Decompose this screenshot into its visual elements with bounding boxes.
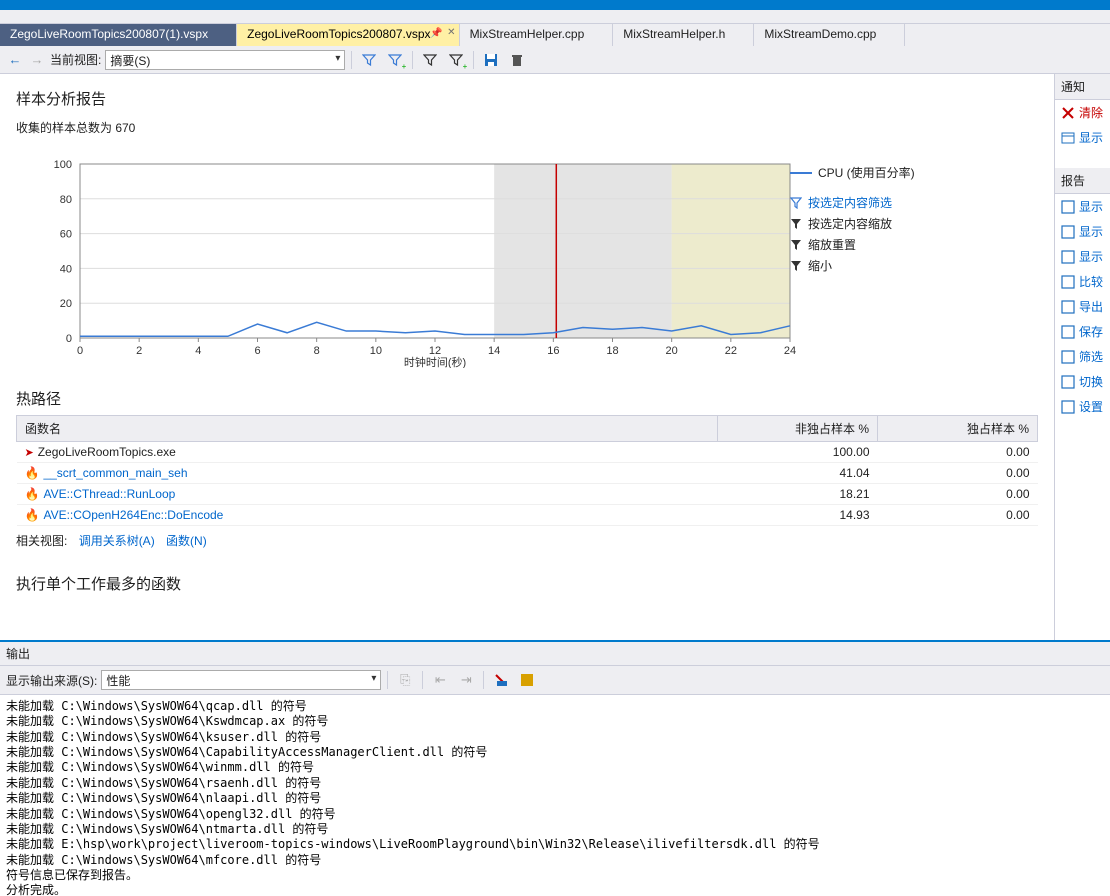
notify-show[interactable]: 显示 xyxy=(1055,125,1110,150)
top-functions-title: 执行单个工作最多的函数 xyxy=(0,555,1054,600)
output-text[interactable]: 未能加载 C:\Windows\SysWOW64\qcap.dll 的符号 未能… xyxy=(0,695,1110,896)
col-fn[interactable]: 函数名 xyxy=(17,416,718,442)
function-link[interactable]: AVE::CThread::RunLoop xyxy=(43,487,175,501)
link-call-tree[interactable]: 调用关系树(A) xyxy=(79,534,155,548)
output-src-label: 显示输出来源(S): xyxy=(6,672,97,689)
output-clear-icon[interactable] xyxy=(490,669,512,691)
doc-tab[interactable]: MixStreamDemo.cpp xyxy=(754,24,905,46)
document-tabs: ZegoLiveRoomTopics200807(1).vspxZegoLive… xyxy=(0,24,1110,46)
svg-text:18: 18 xyxy=(606,345,618,357)
close-icon[interactable]: ✕ xyxy=(447,27,455,38)
hotpath-title: 热路径 xyxy=(0,370,1054,415)
nav-back-icon[interactable]: ← xyxy=(6,51,24,69)
report-area: 样本分析报告 收集的样本总数为 670 02040608010002468101… xyxy=(0,74,1054,640)
cpu-chart[interactable]: 020406080100024681012141618202224时钟时间(秒) xyxy=(36,158,796,368)
doc-tab[interactable]: MixStreamHelper.h xyxy=(613,24,754,46)
svg-text:20: 20 xyxy=(60,298,72,310)
svg-text:24: 24 xyxy=(784,345,796,357)
svg-text:2: 2 xyxy=(136,345,142,357)
output-toolbar: 显示输出来源(S): 性能 ⎘ ⇤ ⇥ xyxy=(0,666,1110,695)
svg-text:100: 100 xyxy=(54,159,72,171)
svg-text:20: 20 xyxy=(666,345,678,357)
svg-text:16: 16 xyxy=(547,345,559,357)
side-switch[interactable]: 切换 xyxy=(1055,369,1110,394)
filter2-add-icon[interactable]: + xyxy=(445,49,467,71)
svg-text:4: 4 xyxy=(195,345,201,357)
function-link[interactable]: __scrt_common_main_seh xyxy=(43,466,187,480)
flame-icon: 🔥 xyxy=(25,487,40,501)
svg-text:40: 40 xyxy=(60,263,72,275)
menu-strip xyxy=(0,10,1110,24)
pin-icon[interactable]: 📌 xyxy=(430,28,442,39)
chart-zoom-out[interactable]: 缩小 xyxy=(790,255,892,276)
svg-text:10: 10 xyxy=(370,345,382,357)
view-label: 当前视图: xyxy=(50,51,101,68)
side-panel: 通知 清除 显示 报告 显示显示显示比较导出保存筛选切换设置 xyxy=(1054,74,1110,640)
col-incl[interactable]: 非独占样本 % xyxy=(718,416,878,442)
output-wrap-icon[interactable] xyxy=(516,669,538,691)
exe-icon: ➤ xyxy=(25,447,34,459)
chart-filter-selection[interactable]: 按选定内容筛选 xyxy=(790,192,892,213)
output-find-icon[interactable]: ⎘ xyxy=(394,669,416,691)
side-grid[interactable]: 显示 xyxy=(1055,194,1110,219)
table-row[interactable]: ➤ZegoLiveRoomTopics.exe100.000.00 xyxy=(17,442,1038,463)
delete-icon[interactable] xyxy=(506,49,528,71)
notify-header: 通知 xyxy=(1055,74,1110,100)
col-excl[interactable]: 独占样本 % xyxy=(878,416,1038,442)
report-title: 样本分析报告 xyxy=(0,88,1054,119)
save-icon[interactable] xyxy=(480,49,502,71)
side-list[interactable]: 显示 xyxy=(1055,219,1110,244)
side-gear[interactable]: 设置 xyxy=(1055,394,1110,419)
output-src-combo[interactable]: 性能 xyxy=(101,670,381,690)
table-row[interactable]: 🔥AVE::CThread::RunLoop18.210.00 xyxy=(17,484,1038,505)
side-filter[interactable]: 筛选 xyxy=(1055,344,1110,369)
svg-text:0: 0 xyxy=(66,333,72,345)
report-subtitle: 收集的样本总数为 670 xyxy=(0,119,1054,152)
svg-text:0: 0 xyxy=(77,345,83,357)
table-row[interactable]: 🔥AVE::COpenH264Enc::DoEncode14.930.00 xyxy=(17,505,1038,526)
svg-text:80: 80 xyxy=(60,194,72,206)
side-compare[interactable]: 比较 xyxy=(1055,269,1110,294)
nav-fwd-icon[interactable]: → xyxy=(28,51,46,69)
side-save[interactable]: 保存 xyxy=(1055,319,1110,344)
chart-legend: CPU (使用百分率) xyxy=(790,164,915,185)
report-toolbar: ← → 当前视图: 摘要(S) + + xyxy=(0,46,1110,74)
output-title: 输出 xyxy=(0,642,1110,666)
notify-clear[interactable]: 清除 xyxy=(1055,100,1110,125)
doc-tab[interactable]: MixStreamHelper.cpp xyxy=(460,24,614,46)
svg-text:22: 22 xyxy=(725,345,737,357)
flame-icon: 🔥 xyxy=(25,466,40,480)
chart-zoom-reset[interactable]: 缩放重置 xyxy=(790,234,892,255)
chart-zoom-selection[interactable]: 按选定内容缩放 xyxy=(790,213,892,234)
output-panel: 输出 显示输出来源(S): 性能 ⎘ ⇤ ⇥ 未能加载 C:\Windows\S… xyxy=(0,640,1110,896)
filter-add-icon[interactable]: + xyxy=(384,49,406,71)
legend-line-icon xyxy=(790,172,812,174)
hotpath-table: 函数名 非独占样本 % 独占样本 % ➤ZegoLiveRoomTopics.e… xyxy=(16,415,1038,526)
output-indent-left-icon[interactable]: ⇤ xyxy=(429,669,451,691)
doc-tab[interactable]: ZegoLiveRoomTopics200807(1).vspx xyxy=(0,24,237,46)
side-cols[interactable]: 显示 xyxy=(1055,244,1110,269)
filter2-icon[interactable] xyxy=(419,49,441,71)
function-link[interactable]: AVE::COpenH264Enc::DoEncode xyxy=(43,508,223,522)
output-indent-right-icon[interactable]: ⇥ xyxy=(455,669,477,691)
related-views: 相关视图: 调用关系树(A) 函数(N) xyxy=(0,526,1054,555)
view-combo[interactable]: 摘要(S) xyxy=(105,50,345,70)
link-functions[interactable]: 函数(N) xyxy=(166,534,207,548)
svg-text:14: 14 xyxy=(488,345,500,357)
filter-icon[interactable] xyxy=(358,49,380,71)
doc-tab[interactable]: ZegoLiveRoomTopics200807.vspx📌✕ xyxy=(237,24,459,46)
report-side-header: 报告 xyxy=(1055,168,1110,194)
table-row[interactable]: 🔥__scrt_common_main_seh41.040.00 xyxy=(17,463,1038,484)
svg-text:8: 8 xyxy=(314,345,320,357)
svg-text:12: 12 xyxy=(429,345,441,357)
flame-icon: 🔥 xyxy=(25,508,40,522)
svg-text:时钟时间(秒): 时钟时间(秒) xyxy=(404,355,466,368)
svg-text:6: 6 xyxy=(254,345,260,357)
side-export[interactable]: 导出 xyxy=(1055,294,1110,319)
svg-text:60: 60 xyxy=(60,229,72,241)
title-bar xyxy=(0,0,1110,10)
